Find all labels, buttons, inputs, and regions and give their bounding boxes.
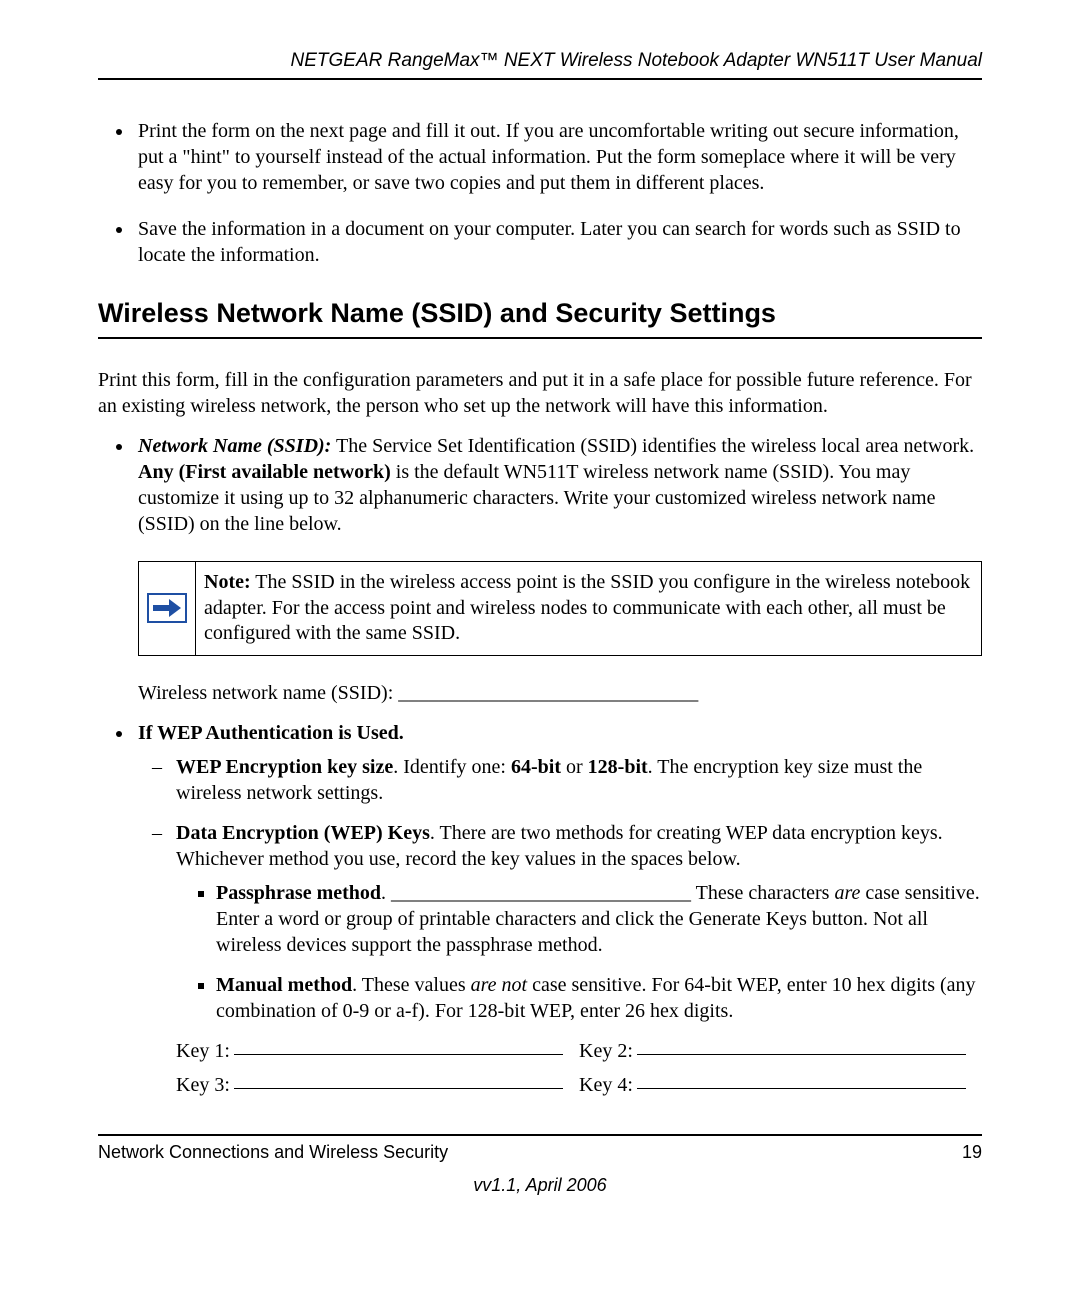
blank-line	[637, 1054, 966, 1055]
bold-text: Any (First available network)	[138, 461, 391, 483]
note-text: The SSID in the wireless access point is…	[204, 571, 970, 644]
note-box: Note: The SSID in the wireless access po…	[138, 561, 982, 656]
arrow-right-icon	[139, 562, 196, 655]
list-item-ssid: Network Name (SSID): The Service Set Ide…	[134, 433, 982, 706]
list-item: Passphrase method. _____________________…	[216, 880, 982, 958]
body-text: . These values	[352, 974, 471, 996]
ssid-label: Network Name (SSID):	[138, 435, 331, 457]
list-item: Save the information in a document on yo…	[134, 216, 982, 268]
bold-text: Data Encryption (WEP) Keys	[176, 822, 430, 844]
key3-label: Key 3:	[176, 1072, 230, 1098]
section-heading: Wireless Network Name (SSID) and Securit…	[98, 296, 982, 339]
body-text: The Service Set Identification (SSID) id…	[331, 435, 974, 457]
footer-section: Network Connections and Wireless Securit…	[98, 1142, 448, 1163]
list-item: Manual method. These values are not case…	[216, 972, 982, 1024]
key4-label: Key 4:	[579, 1072, 633, 1098]
intro-bullet-list: Print the form on the next page and fill…	[98, 118, 982, 268]
page-footer: Network Connections and Wireless Securit…	[98, 1134, 982, 1163]
body-text: . Identify one:	[393, 756, 511, 778]
italic-text: are	[834, 882, 860, 904]
bold-text: Passphrase method	[216, 882, 381, 904]
ssid-blank-line: Wireless network name (SSID): __________…	[138, 680, 982, 706]
list-item-wep: If WEP Authentication is Used. WEP Encry…	[134, 720, 982, 1098]
key-row-1: Key 1: Key 2:	[176, 1038, 982, 1064]
blank-line	[234, 1088, 563, 1089]
list-item: Data Encryption (WEP) Keys. There are tw…	[176, 820, 982, 1098]
list-item: WEP Encryption key size. Identify one: 6…	[176, 754, 982, 806]
italic-text: are not	[471, 974, 527, 996]
version-text: vv1.1, April 2006	[98, 1175, 982, 1196]
bold-text: Manual method	[216, 974, 352, 996]
page-header: NETGEAR RangeMax™ NEXT Wireless Notebook…	[98, 50, 982, 80]
list-item: Print the form on the next page and fill…	[134, 118, 982, 196]
wep-heading: If WEP Authentication is Used.	[138, 722, 404, 744]
blank-line	[637, 1088, 966, 1089]
bold-text: 128-bit	[588, 756, 648, 778]
body-text: or	[561, 756, 588, 778]
key2-label: Key 2:	[579, 1038, 633, 1064]
note-label: Note:	[204, 571, 251, 593]
section-intro: Print this form, fill in the configurati…	[98, 367, 982, 419]
body-text: . ______________________________ These c…	[381, 882, 834, 904]
main-bullet-list: Network Name (SSID): The Service Set Ide…	[98, 433, 982, 1098]
page-number: 19	[962, 1142, 982, 1163]
bold-text: WEP Encryption key size	[176, 756, 393, 778]
blank-line	[234, 1054, 563, 1055]
bold-text: 64-bit	[511, 756, 561, 778]
key1-label: Key 1:	[176, 1038, 230, 1064]
key-row-2: Key 3: Key 4:	[176, 1072, 982, 1098]
